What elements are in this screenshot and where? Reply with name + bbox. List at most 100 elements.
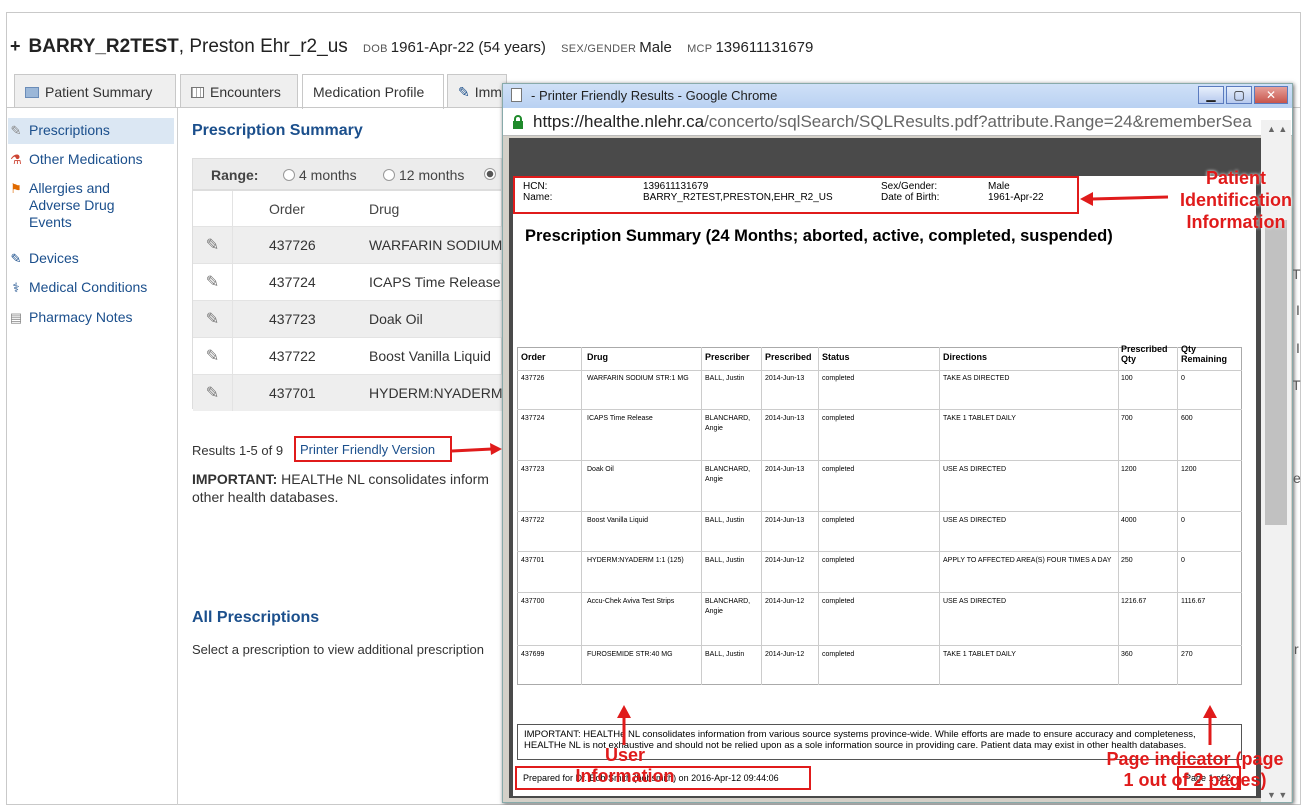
arrow-to-patient-id-icon	[1080, 192, 1169, 206]
window-title-bar[interactable]: - Printer Friendly Results - Google Chro…	[503, 84, 1292, 108]
order-cell: 437722	[269, 348, 316, 364]
pdf-cell-order: 437700	[521, 598, 545, 605]
pdf-col-qty-remaining: Qty Remaining	[1181, 344, 1228, 364]
pdf-cell-pqty: 1216.67	[1121, 598, 1147, 605]
pdf-cell-date: 2014-Jun-13	[765, 375, 805, 382]
close-button[interactable]: ✕	[1254, 86, 1288, 104]
tab-label: Medication Profile	[313, 84, 425, 100]
pdf-cell-rqty: 1116.67	[1181, 598, 1206, 605]
sidebar-item-label: Other Medications	[29, 151, 143, 167]
tab-encounters[interactable]: Encounters	[180, 74, 298, 108]
pdf-cell-pqty: 700	[1121, 415, 1133, 422]
sidebar-item-pharmacy-notes[interactable]: ▤ Pharmacy Notes	[8, 309, 133, 326]
tab-immunizations[interactable]: ✎ Imm	[447, 74, 507, 108]
grid-icon	[191, 87, 204, 98]
tab-label: Imm	[474, 84, 502, 100]
sex-value: Male	[639, 39, 672, 56]
order-cell: 437724	[269, 274, 316, 290]
pdf-page: HCN: 139611131679 Name: BARRY_R2TEST,PRE…	[513, 176, 1256, 796]
drug-cell: ICAPS Time Release	[369, 274, 501, 290]
sidebar-item-label: Prescriptions	[29, 122, 110, 138]
radio-selected-icon[interactable]	[484, 167, 496, 185]
pdf-cell-prescriber2: Angie	[705, 425, 723, 432]
column-header-drug[interactable]: Drug	[369, 201, 399, 217]
table-row[interactable]: ✎ 437701 HYDERM:NYADERM	[193, 374, 503, 411]
pdf-cell-status: completed	[822, 375, 855, 382]
important-notice-cont: other health databases.	[192, 489, 339, 505]
radio-icon	[383, 169, 395, 181]
url-bar[interactable]: https://healthe.nlehr.ca/concerto/sqlSea…	[503, 108, 1292, 136]
scroll-up-icon[interactable]: ▲ ▲	[1267, 124, 1287, 134]
name-value: BARRY_R2TEST,PRESTON,EHR_R2_US	[643, 192, 833, 203]
pdf-cell-date: 2014-Jun-12	[765, 651, 805, 658]
expand-icon[interactable]: +	[10, 36, 21, 56]
pdf-cell-drug: WARFARIN SODIUM STR:1 MG	[587, 375, 689, 382]
mcp-value: 139611131679	[715, 39, 814, 56]
sidebar-item-allergies[interactable]: ⚑ Allergies and Adverse Drug Events	[8, 180, 114, 231]
pdf-cell-prescriber: BALL, Justin	[705, 517, 745, 524]
pdf-cell-directions: TAKE AS DIRECTED	[943, 375, 1010, 382]
pdf-cell-pqty: 250	[1121, 557, 1133, 564]
range-bar: Range: 4 months 12 months	[192, 158, 502, 190]
minimize-button[interactable]: ▁	[1198, 86, 1224, 104]
tab-label: Encounters	[210, 84, 281, 100]
pdf-cell-rqty: 0	[1181, 557, 1185, 564]
pdf-cell-drug: Doak Oil	[587, 466, 614, 473]
sidebar-item-devices[interactable]: ✎ Devices	[8, 250, 79, 267]
pdf-cell-pqty: 100	[1121, 375, 1133, 382]
pdf-cell-prescriber: BLANCHARD,	[705, 466, 751, 473]
pdf-cell-prescriber2: Angie	[705, 476, 723, 483]
table-row[interactable]: ✎ 437726 WARFARIN SODIUM	[193, 226, 503, 263]
table-row[interactable]: ✎ 437724 ICAPS Time Release	[193, 263, 503, 300]
pdf-cell-date: 2014-Jun-13	[765, 517, 805, 524]
important-notice: IMPORTANT: HEALTHe NL consolidates infor…	[192, 471, 489, 487]
range-label: Range:	[211, 167, 259, 183]
maximize-button[interactable]: ▢	[1226, 86, 1252, 104]
pdf-cell-directions: TAKE 1 TABLET DAILY	[943, 415, 1016, 422]
sidebar-item-label: Devices	[29, 250, 79, 266]
user-info-annotation: User Information	[575, 745, 675, 786]
pdf-cell-date: 2014-Jun-13	[765, 466, 805, 473]
drug-cell: Doak Oil	[369, 311, 423, 327]
pdf-cell-rqty: 600	[1181, 415, 1193, 422]
pdf-cell-order: 437701	[521, 557, 545, 564]
table-header-row: Order Drug	[193, 191, 503, 226]
pdf-row-divider	[517, 592, 1242, 593]
pdf-cell-prescriber: BLANCHARD,	[705, 415, 751, 422]
sidebar-item-label: Medical Conditions	[29, 279, 148, 295]
dob-value: 1961-Apr-22 (54 years)	[390, 39, 546, 56]
range-option-label: 4 months	[299, 167, 357, 183]
hcn-value: 139611131679	[643, 181, 709, 192]
arrow-to-user-info-icon	[617, 705, 631, 745]
window-title: - Printer Friendly Results - Google Chro…	[531, 88, 778, 103]
table-row[interactable]: ✎ 437723 Doak Oil	[193, 300, 503, 337]
order-cell: 437723	[269, 311, 316, 327]
tab-medication-profile[interactable]: Medication Profile	[302, 74, 444, 109]
medical-condition-icon: ⚕	[12, 280, 20, 295]
column-header-order[interactable]: Order	[269, 201, 305, 217]
printer-friendly-link[interactable]: Printer Friendly Version	[294, 436, 452, 462]
range-option-4-months[interactable]: 4 months	[283, 167, 357, 183]
sidebar-item-medical-conditions[interactable]: ⚕ Medical Conditions	[8, 279, 147, 296]
truncated-text: I	[1296, 302, 1300, 318]
mcp-label: MCP	[687, 43, 713, 55]
patient-header: + BARRY_R2TEST, Preston Ehr_r2_us DOB 1961…	[10, 36, 813, 58]
scroll-down-icon[interactable]: ▼ ▼	[1267, 790, 1287, 800]
range-option-12-months[interactable]: 12 months	[383, 167, 464, 183]
device-icon: ✎	[10, 251, 22, 266]
pdf-cell-order: 437699	[521, 651, 545, 658]
tab-patient-summary[interactable]: Patient Summary	[14, 74, 176, 108]
sidebar-item-other-medications[interactable]: ⚗ Other Medications	[8, 151, 143, 168]
pdf-cell-directions: APPLY TO AFFECTED AREA(S) FOUR TIMES A D…	[943, 557, 1112, 564]
pdf-cell-status: completed	[822, 415, 855, 422]
scrollbar-thumb[interactable]	[1265, 220, 1287, 525]
truncated-text: T	[1292, 377, 1301, 393]
pdf-sex-label: Sex/Gender:	[881, 181, 938, 192]
patient-id-annotation: Patient Identification Information	[1180, 168, 1292, 232]
all-prescriptions-desc: Select a prescription to view additional…	[192, 642, 484, 657]
pdf-col-status: Status	[822, 352, 850, 362]
patient-surname: BARRY_R2TEST	[28, 36, 179, 57]
sidebar-item-prescriptions[interactable]: ✎ Prescriptions	[8, 122, 110, 139]
truncated-text: I	[1296, 340, 1300, 356]
table-row[interactable]: ✎ 437722 Boost Vanilla Liquid	[193, 337, 503, 374]
